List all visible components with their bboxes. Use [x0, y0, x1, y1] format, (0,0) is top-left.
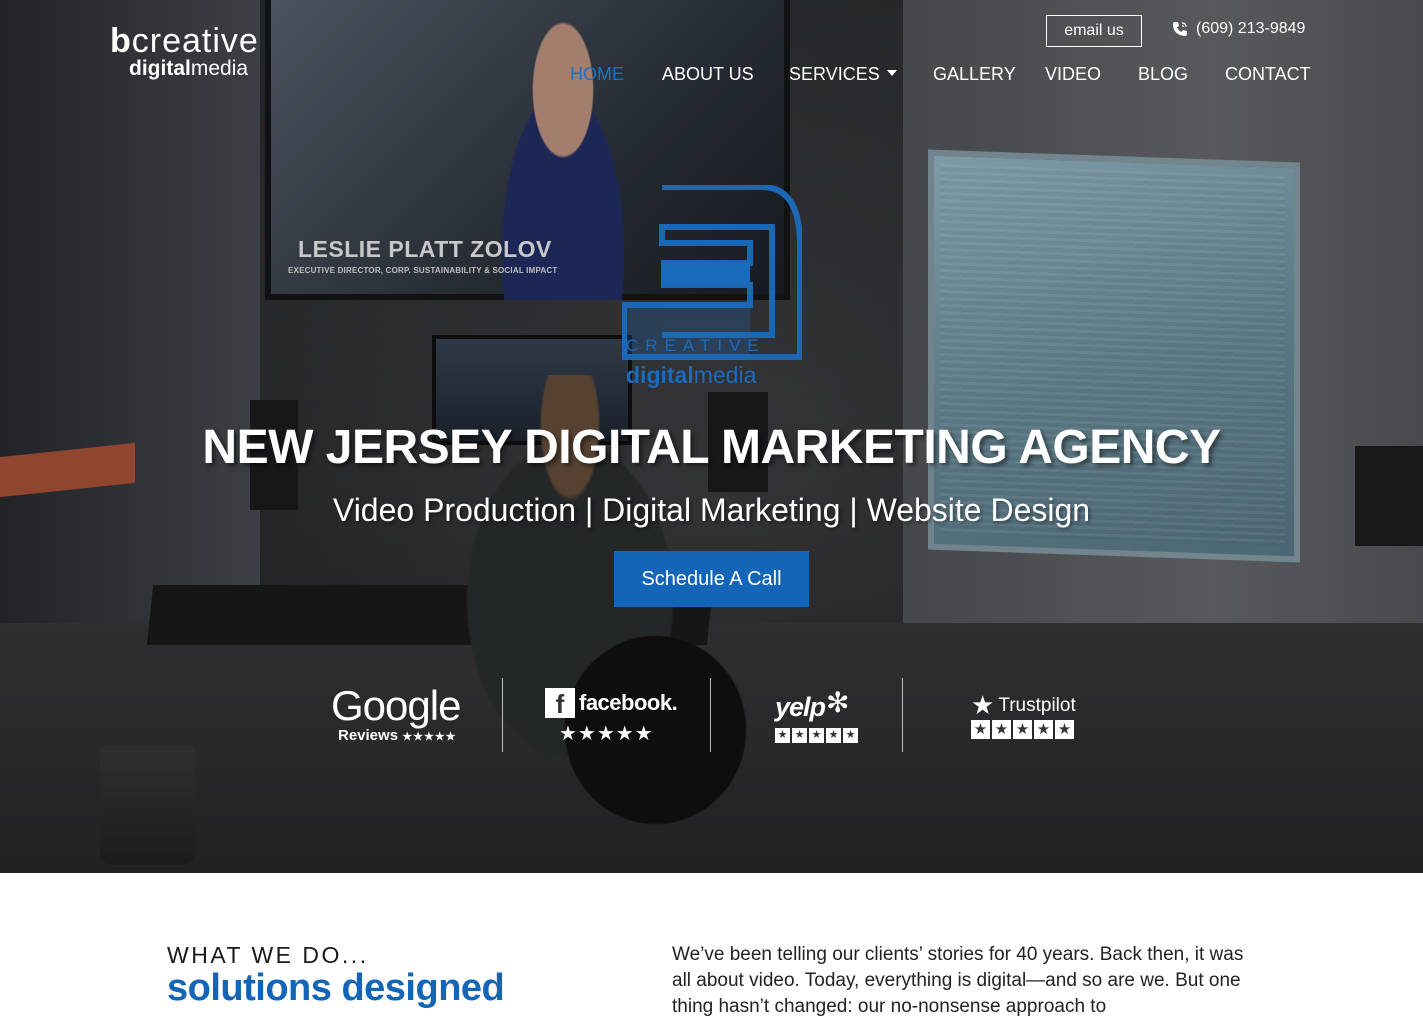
chevron-down-icon	[886, 70, 897, 77]
yelp-reviews-logo[interactable]: yelp	[775, 692, 826, 723]
badge-divider	[710, 678, 711, 752]
star-icon: ★	[775, 728, 790, 743]
star-icon: ★	[1013, 720, 1032, 739]
star-icon: ★	[809, 728, 824, 743]
nav-services[interactable]: SERVICES	[789, 64, 897, 85]
watermark-sub: digitalmedia	[626, 362, 757, 388]
phone-icon	[1173, 22, 1187, 36]
star-icon: ★	[1034, 720, 1053, 739]
yelp-burst-icon: ✻	[826, 687, 850, 718]
section-eyebrow: WHAT WE DO...	[167, 942, 369, 968]
facebook-word: facebook.	[579, 690, 678, 715]
nav-gallery[interactable]: GALLERY	[933, 64, 1016, 85]
email-us-button[interactable]: email us	[1046, 15, 1142, 47]
schedule-call-button[interactable]: Schedule A Call	[614, 551, 809, 607]
nav-contact[interactable]: CONTACT	[1225, 64, 1311, 85]
phone-number: (609) 213-9849	[1196, 20, 1306, 37]
google-reviews-logo[interactable]: Google	[331, 682, 461, 730]
section-body: We’ve been telling our clients’ stories …	[672, 944, 1244, 1017]
yelp-stars: ★ ★ ★ ★ ★	[775, 728, 858, 743]
facebook-reviews-logo[interactable]: f facebook.	[545, 688, 678, 718]
trustpilot-star-icon: ★	[971, 690, 995, 720]
star-icon: ★	[792, 728, 807, 743]
trustpilot-stars: ★ ★ ★ ★ ★	[971, 720, 1074, 739]
trustpilot-reviews-logo[interactable]: ★ Trustpilot	[971, 690, 1076, 721]
hero-title: NEW JERSEY DIGITAL MARKETING AGENCY	[202, 421, 1221, 474]
watermark-word: CREATIVE	[626, 336, 766, 355]
badge-divider	[502, 678, 503, 752]
star-icon: ★	[992, 720, 1011, 739]
star-icon: ★	[843, 728, 858, 743]
phone-link[interactable]: (609) 213-9849	[1172, 20, 1305, 38]
facebook-icon: f	[545, 688, 575, 718]
google-reviews-label: Reviews ★★★★★	[338, 727, 457, 744]
hero-section: LESLIE PLATT ZOLOV EXECUTIVE DIRECTOR, C…	[0, 0, 1423, 873]
nav-about-us[interactable]: ABOUT US	[662, 64, 754, 85]
hero-subtitle: Video Production | Digital Marketing | W…	[332, 492, 1091, 528]
star-icon: ★	[1055, 720, 1074, 739]
star-icon: ★	[971, 720, 990, 739]
star-icon: ★	[826, 728, 841, 743]
main-nav: HOME ABOUT US SERVICES GALLERY VIDEO BLO…	[0, 64, 1423, 88]
nav-blog[interactable]: BLOG	[1138, 64, 1188, 85]
nav-home[interactable]: HOME	[570, 64, 624, 85]
google-stars: ★★★★★	[402, 731, 457, 743]
badge-divider	[902, 678, 903, 752]
section-heading: solutions designed	[167, 967, 505, 1009]
facebook-stars: ★★★★★	[559, 723, 654, 745]
nav-video[interactable]: VIDEO	[1045, 64, 1101, 85]
